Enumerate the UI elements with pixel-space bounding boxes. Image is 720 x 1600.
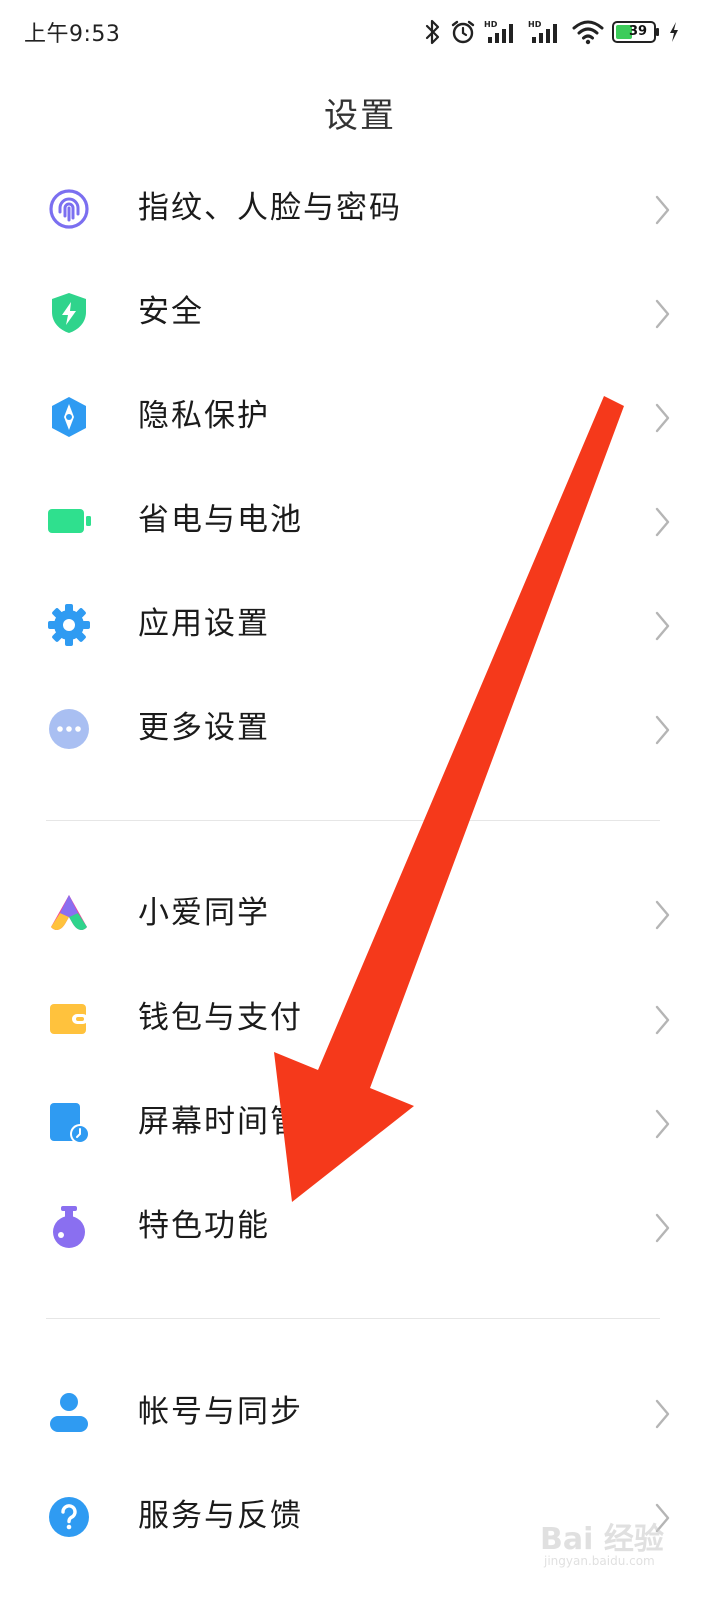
help-question-icon [46,1494,92,1540]
settings-item-app-settings[interactable]: 应用设置 [0,572,720,676]
chevron-right-icon [652,402,672,434]
chevron-right-icon [652,1004,672,1036]
watermark-url: jingyan.baidu.com [544,1554,655,1568]
chevron-right-icon [652,1398,672,1430]
settings-item-label: 安全 [138,294,204,330]
charging-icon [668,21,680,43]
settings-item-label: 钱包与支付 [138,1000,303,1036]
settings-item-label: 服务与反馈 [138,1498,303,1534]
settings-item-screen-time[interactable]: 屏幕时间管 [0,1070,720,1174]
wallet-icon [46,996,92,1042]
more-dots-icon [46,706,92,752]
settings-item-account-sync[interactable]: 帐号与同步 [0,1360,720,1464]
settings-item-label: 帐号与同步 [138,1394,303,1430]
status-bar: 上午9:53 HD HD 39 [0,0,720,64]
chevron-right-icon [652,194,672,226]
settings-item-label: 省电与电池 [138,502,303,538]
settings-item-wallet[interactable]: 钱包与支付 [0,966,720,1070]
settings-item-label: 特色功能 [138,1208,270,1244]
svg-text:HD: HD [528,20,542,29]
privacy-icon [46,394,92,440]
status-icons: HD HD 39 [424,16,680,48]
section-divider [46,820,660,821]
settings-item-label: 应用设置 [138,606,270,642]
chevron-right-icon [652,1108,672,1140]
section-divider [46,1318,660,1319]
settings-item-label: 指纹、人脸与密码 [138,190,402,226]
security-shield-icon [46,290,92,336]
chevron-right-icon [652,714,672,746]
svg-text:HD: HD [484,20,498,29]
fingerprint-icon [46,186,92,232]
settings-item-battery[interactable]: 省电与电池 [0,468,720,572]
settings-item-features[interactable]: 特色功能 [0,1174,720,1278]
features-flask-icon [46,1204,92,1250]
page-title: 设置 [324,96,396,136]
bluetooth-icon [424,19,442,45]
settings-item-label: 屏幕时间管 [138,1104,303,1140]
settings-item-xiaoai[interactable]: 小爱同学 [0,861,720,965]
settings-item-privacy[interactable]: 隐私保护 [0,364,720,468]
account-user-icon [46,1390,92,1436]
battery-saver-icon [46,498,92,544]
settings-item-fingerprint-face-password[interactable]: 指纹、人脸与密码 [0,156,720,260]
alarm-icon [450,19,476,45]
settings-item-security[interactable]: 安全 [0,260,720,364]
battery-level: 39 [628,24,648,39]
battery-icon: 39 [612,21,660,43]
settings-item-label: 隐私保护 [138,398,270,434]
signal-hd-2-icon: HD [528,19,564,45]
chevron-right-icon [652,610,672,642]
chevron-right-icon [652,899,672,931]
chevron-right-icon [652,506,672,538]
settings-item-more-settings[interactable]: 更多设置 [0,676,720,780]
settings-item-label: 更多设置 [138,710,270,746]
status-time: 上午9:53 [24,22,121,47]
app-settings-gear-icon [46,602,92,648]
baidu-watermark: Bai 经验 jingyan.baidu.com [540,1500,710,1580]
chevron-right-icon [652,298,672,330]
xiaoai-assistant-icon [46,891,92,937]
chevron-right-icon [652,1212,672,1244]
screen-time-icon [46,1100,92,1146]
wifi-icon [572,19,604,45]
signal-hd-1-icon: HD [484,19,520,45]
settings-item-label: 小爱同学 [138,895,270,931]
watermark-logo-text: Bai 经验 [540,1522,664,1557]
